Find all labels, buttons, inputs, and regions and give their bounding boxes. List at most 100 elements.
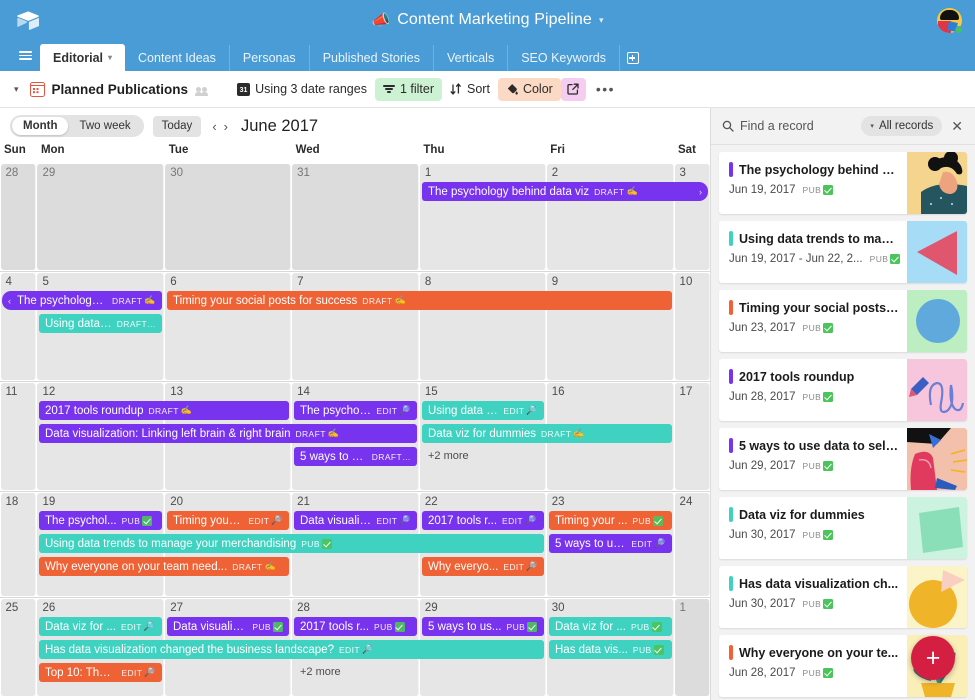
day-cell-6[interactable]: 6 [165, 273, 291, 380]
range-month-button[interactable]: Month [12, 117, 68, 135]
event-status-badge: PUB [632, 516, 663, 526]
record-card[interactable]: The psychology behind d...Jun 19, 2017PU… [719, 152, 967, 214]
calendar-event[interactable]: Has data visualization changed the busin… [39, 640, 544, 659]
day-cell-9[interactable]: 9 [547, 273, 674, 380]
day-cell-10[interactable]: 10 [675, 273, 710, 380]
calendar-event[interactable]: 5 ways to u...DRAFT… [294, 447, 417, 466]
day-cell-1[interactable]: 1 [675, 599, 710, 696]
record-card[interactable]: Timing your social posts ...Jun 23, 2017… [719, 290, 967, 352]
color-button[interactable]: Color [498, 78, 561, 101]
calendar-event[interactable]: Top 10: The ...EDIT🔎 [39, 663, 162, 682]
share-view-button[interactable] [561, 78, 586, 101]
calendar-event[interactable]: Timing your social posts for successDRAF… [167, 291, 672, 310]
airtable-app: 📣 Content Marketing Pipeline ▾ Editorial… [0, 0, 975, 700]
calendar-event[interactable]: 5 ways to us...PUB [422, 617, 544, 636]
calendar-event[interactable]: The psychol...PUB [39, 511, 162, 530]
tab-verticals[interactable]: Verticals [434, 45, 508, 71]
tab-published-stories[interactable]: Published Stories [310, 45, 434, 71]
tab-editorial[interactable]: Editorial ▾ [40, 44, 125, 71]
calendar-event[interactable]: 2017 tools r...EDIT🔎 [422, 511, 544, 530]
calendar-event[interactable]: ‹The psychology ...DRAFT✍️ [2, 291, 162, 310]
day-cell-11[interactable]: 11 [1, 383, 37, 490]
event-status-badge: EDIT🔎 [121, 667, 156, 678]
next-month-button[interactable]: › [224, 120, 228, 133]
day-cell-17[interactable]: 17 [675, 383, 710, 490]
calendar-event[interactable]: The psychol...EDIT🔎 [294, 401, 417, 420]
tab-label: Verticals [447, 51, 494, 65]
search-input[interactable]: Find a record [740, 119, 855, 133]
calendar-event[interactable]: Why everyone on your team need...DRAFT✍️ [39, 557, 289, 576]
range-two-week-button[interactable]: Two week [68, 117, 141, 135]
avatar[interactable] [937, 8, 962, 33]
airtable-logo-icon[interactable] [0, 11, 56, 30]
record-card[interactable]: Has data visualization ch...Jun 30, 2017… [719, 566, 967, 628]
calendar-event[interactable]: Using data ...DRAFT… [39, 314, 162, 333]
chevron-down-icon[interactable]: ▾ [108, 53, 112, 62]
tab-seo-keywords[interactable]: SEO Keywords [508, 45, 620, 71]
tab-personas[interactable]: Personas [230, 45, 310, 71]
record-color-bar [729, 576, 733, 591]
more-events-link[interactable]: +2 more [300, 666, 341, 678]
sidebar-toggle-caret-icon[interactable]: ▾ [14, 84, 19, 95]
record-status-badge: PUB [803, 530, 834, 540]
calendar-event[interactable]: 2017 tools r...PUB [294, 617, 417, 636]
record-filter-dropdown[interactable]: ▾ All records [861, 116, 942, 136]
day-cell-30[interactable]: 30 [165, 164, 291, 270]
day-cell-25[interactable]: 25 [1, 599, 37, 696]
day-cell-28[interactable]: 28 [1, 164, 37, 270]
add-record-button[interactable]: + [911, 636, 955, 680]
filter-button[interactable]: 1 filter [375, 78, 442, 101]
calendar-event[interactable]: Timing your ...EDIT🔎 [167, 511, 289, 530]
day-number: 31 [292, 164, 418, 179]
calendar-event[interactable]: Has data vis...PUB [549, 640, 672, 659]
event-title: The psychol... [45, 515, 117, 527]
chevron-down-icon: ▾ [870, 122, 874, 130]
day-cell-18[interactable]: 18 [1, 493, 37, 596]
calendar-event[interactable]: Why everyo...EDIT🔎 [422, 557, 544, 576]
close-icon[interactable]: ✕ [948, 119, 966, 133]
record-card[interactable]: 5 ways to use data to sell...Jun 29, 201… [719, 428, 967, 490]
day-cell-2[interactable]: 2 [547, 164, 674, 270]
add-table-icon[interactable] [620, 45, 646, 71]
sort-button[interactable]: Sort [442, 78, 498, 101]
record-card[interactable]: 2017 tools roundupJun 28, 2017PUB [719, 359, 967, 421]
prev-month-button[interactable]: ‹ [212, 120, 216, 133]
record-status-badge: PUB [803, 392, 834, 402]
day-cell-29[interactable]: 29 [37, 164, 164, 270]
calendar-event[interactable]: Using data trends to manage your merchan… [39, 534, 544, 553]
day-cell-7[interactable]: 7 [292, 273, 419, 380]
date-ranges-button[interactable]: 31 Using 3 date ranges [229, 78, 375, 101]
calendar-event[interactable]: Data visualiz...EDIT🔎 [294, 511, 417, 530]
hamburger-menu-icon[interactable] [10, 40, 40, 71]
calendar-event[interactable]: 2017 tools roundupDRAFT✍️ [39, 401, 289, 420]
more-options-button[interactable]: ••• [586, 81, 625, 97]
calendar-event[interactable]: Data viz for ...PUB [549, 617, 672, 636]
event-title: Data visualization: Linking left brain &… [45, 428, 290, 440]
calendar-event[interactable]: 5 ways to us...EDIT🔎 [549, 534, 672, 553]
calendar-event[interactable]: Data visualiz...PUB [167, 617, 289, 636]
event-status-badge: DRAFT… [372, 452, 411, 462]
today-button[interactable]: Today [153, 116, 202, 137]
day-cell-8[interactable]: 8 [420, 273, 546, 380]
event-title: The psychology behind data viz [428, 186, 589, 198]
calendar-event[interactable]: Data visualization: Linking left brain &… [39, 424, 417, 443]
record-card[interactable]: Data viz for dummiesJun 30, 2017PUB [719, 497, 967, 559]
day-cell-31[interactable]: 31 [292, 164, 419, 270]
base-caret-icon[interactable]: ▾ [599, 15, 604, 26]
calendar-event[interactable]: The psychology behind data vizDRAFT✍️› [422, 182, 708, 201]
calendar-event[interactable]: Data viz for dummiesDRAFT✍️ [422, 424, 672, 443]
day-cell-1[interactable]: 1 [420, 164, 546, 270]
day-number: 28 [292, 599, 418, 614]
calendar-event[interactable]: Data viz for ...EDIT🔎 [39, 617, 162, 636]
more-events-link[interactable]: +2 more [428, 450, 469, 462]
day-cell-24[interactable]: 24 [675, 493, 710, 596]
calendar-week-row: 18192021222324The psychol...PUBTiming yo… [0, 491, 710, 597]
day-cell-4[interactable]: 4 [1, 273, 37, 380]
calendar-event[interactable]: Timing your ...PUB [549, 511, 672, 530]
record-card[interactable]: Using data trends to man...Jun 19, 2017 … [719, 221, 967, 283]
calendar-event[interactable]: Using data t...EDIT🔎 [422, 401, 544, 420]
tab-content-ideas[interactable]: Content Ideas [125, 45, 230, 71]
record-title: Data viz for dummies [739, 508, 865, 522]
day-cell-3[interactable]: 3 [675, 164, 710, 270]
view-name[interactable]: Planned Publications [52, 82, 189, 97]
